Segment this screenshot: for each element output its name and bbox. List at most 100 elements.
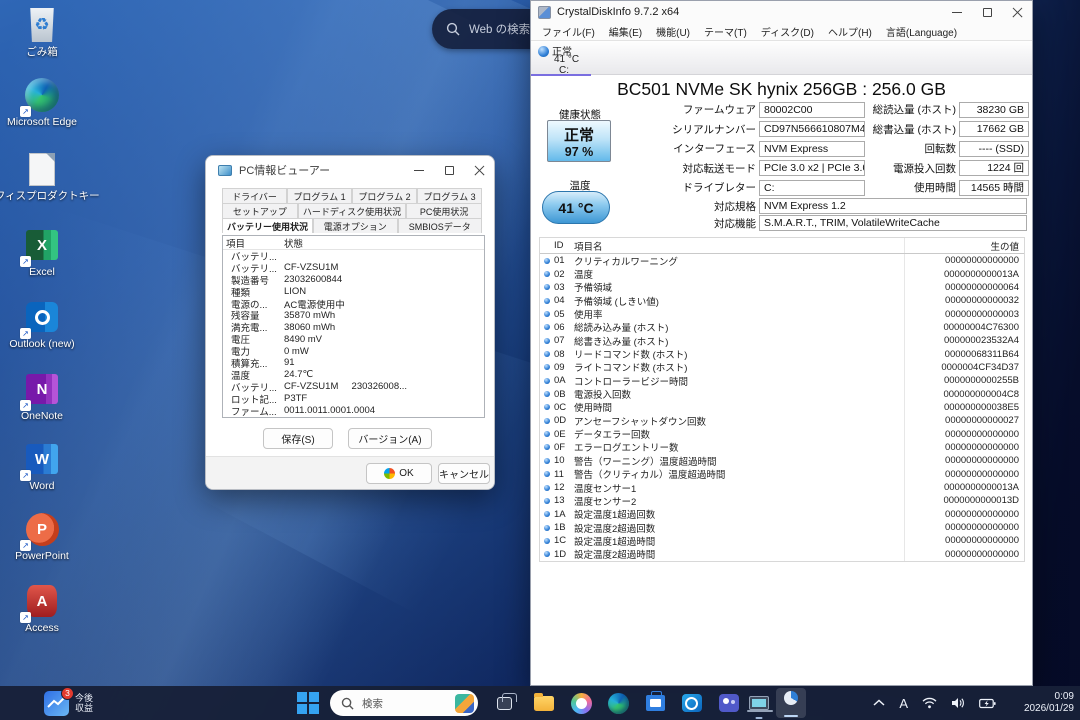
battery-list-row[interactable]: ファーム... 0011.0011.0001.0004	[223, 405, 484, 417]
menu-item[interactable]: ファイル(F)	[535, 24, 602, 39]
smart-row[interactable]: 0E データエラー回数 00000000000000	[540, 427, 1024, 441]
maximize-button[interactable]	[434, 156, 464, 184]
crystaldiskinfo-task-button-active[interactable]	[776, 688, 806, 718]
desktop-icon-edge[interactable]: ↗ Microsoft Edge	[6, 76, 78, 128]
menu-item[interactable]: 編集(E)	[602, 24, 649, 39]
file-explorer-button[interactable]	[529, 686, 559, 720]
tray-chevron-up-icon[interactable]	[873, 699, 885, 707]
task-view-icon	[496, 692, 517, 710]
smart-row[interactable]: 1B 設定温度2超過回数 00000000000000	[540, 520, 1024, 535]
speaker-icon[interactable]	[951, 697, 965, 709]
smart-row[interactable]: 08 リードコマンド数 (ホスト) 00000068311B64	[540, 347, 1024, 361]
menu-item[interactable]: 言語(Language)	[879, 24, 964, 39]
drive-temp[interactable]: 41 °C	[554, 54, 579, 65]
smart-row[interactable]: 01 クリティカルワーニング 00000000000000	[540, 254, 1024, 268]
smart-row[interactable]: 07 総書き込み量 (ホスト) 000000023532A4	[540, 334, 1024, 348]
smart-row[interactable]: 02 温度 0000000000013A	[540, 267, 1024, 281]
disk-info-fields-right: 総読込量 (ホスト) 38230 GB 総書込量 (ホスト) 17662 GB …	[861, 100, 1029, 198]
pcv-tab[interactable]: SMBIOSデータ	[397, 218, 483, 233]
smart-attribute-table[interactable]: ID 項目名 生の値 01 クリティカルワーニング 00000000000000…	[539, 237, 1025, 562]
maximize-button[interactable]	[972, 1, 1002, 23]
edge-button[interactable]	[603, 686, 633, 720]
disk-model-title: BC501 NVMe SK hynix 256GB : 256.0 GB	[617, 79, 946, 99]
disk-info-field: 対応規格 NVM Express 1.2	[591, 198, 1027, 215]
smart-row[interactable]: 12 温度センサー1 0000000000013A	[540, 480, 1024, 495]
battery-charging-icon[interactable]	[979, 698, 996, 709]
desktop-icon-recycle-bin[interactable]: ♻ ごみ箱	[6, 6, 78, 58]
taskbar-clock[interactable]: 0:09 2026/01/29	[1024, 686, 1074, 720]
pc-info-viewer-task-button[interactable]	[744, 686, 774, 720]
desktop-icon-access[interactable]: A ↗ Access	[6, 582, 78, 634]
desktop-icon-outlook[interactable]: ↗ Outlook (new)	[6, 298, 78, 350]
menu-item[interactable]: 機能(U)	[649, 24, 697, 39]
cancel-button[interactable]: キャンセル	[438, 463, 490, 484]
smart-row[interactable]: 09 ライトコマンド数 (ホスト) 0000004CF34D37	[540, 360, 1024, 374]
smart-row[interactable]: 06 総読み込み量 (ホスト) 00000004C76300	[540, 320, 1024, 334]
pcv-tab[interactable]: プログラム 3	[417, 188, 482, 203]
menu-item[interactable]: ディスク(D)	[754, 24, 821, 39]
desktop-icon-word[interactable]: W ↗ Word	[6, 440, 78, 492]
smart-row[interactable]: 04 予備領域 (しきい値) 00000000000032	[540, 294, 1024, 308]
close-button[interactable]	[1002, 1, 1032, 23]
attribute-status-dot-icon	[540, 364, 554, 371]
microsoft-store-button[interactable]	[640, 686, 670, 720]
ok-button[interactable]: OK	[366, 463, 432, 484]
teams-button[interactable]	[714, 686, 744, 720]
ime-mode-indicator[interactable]: A	[899, 696, 908, 711]
taskbar: 3 今後 収益 検索 A 0:09 2026/01/29	[0, 686, 1080, 720]
task-view-button[interactable]	[489, 686, 519, 720]
battery-item-value: 0 mW	[284, 345, 309, 357]
save-button[interactable]: 保存(S)	[263, 428, 333, 449]
pcv-tab[interactable]: バッテリー使用状況	[222, 218, 314, 233]
desktop-icon-office-product-key[interactable]: オフィスプロダクトキー	[0, 150, 100, 202]
minimize-button[interactable]	[404, 156, 434, 184]
wifi-icon[interactable]	[922, 697, 937, 709]
taskbar-search-box[interactable]: 検索	[330, 690, 478, 716]
attribute-id: 08	[554, 348, 565, 360]
attribute-name: アンセーフシャットダウン回数	[574, 416, 707, 428]
minimize-button[interactable]	[942, 1, 972, 23]
pcv-tab[interactable]: ドライバー	[222, 188, 287, 203]
smart-row[interactable]: 0D アンセーフシャットダウン回数 00000000000027	[540, 414, 1024, 428]
smart-row[interactable]: 1C 設定温度1超過時間 00000000000000	[540, 534, 1024, 548]
pcv-tab[interactable]: プログラム 1	[287, 188, 352, 203]
pcv-title-bar[interactable]: PC情報ビューアー	[206, 156, 494, 184]
pc-viewer-icon	[747, 696, 773, 712]
desktop-icon-powerpoint[interactable]: P ↗ PowerPoint	[6, 510, 78, 562]
pcv-tab[interactable]: プログラム 2	[352, 188, 417, 203]
smart-row[interactable]: 1A 設定温度1超過回数 00000000000000	[540, 507, 1024, 521]
smart-row[interactable]: 03 予備領域 00000000000064	[540, 280, 1024, 294]
pcv-tab[interactable]: セットアップ	[222, 203, 298, 218]
outlook-button[interactable]	[677, 686, 707, 720]
shortcut-arrow-icon: ↗	[20, 328, 31, 339]
smart-row[interactable]: 13 温度センサー2 0000000000013D	[540, 494, 1024, 508]
pcv-tab[interactable]: ハードディスク使用状況	[297, 203, 407, 218]
desktop-icon-excel[interactable]: X ↗ Excel	[6, 226, 78, 278]
smart-row[interactable]: 0B 電源投入回数 000000000004C8	[540, 387, 1024, 401]
menu-item[interactable]: ヘルプ(H)	[821, 24, 879, 39]
smart-row[interactable]: 10 警告（ワーニング）温度超過時間 00000000000000	[540, 454, 1024, 468]
pcv-tab[interactable]: 電源オプション	[313, 218, 398, 233]
smart-row[interactable]: 1D 設定温度2超過時間 00000000000000	[540, 547, 1024, 561]
widgets-button[interactable]: 3 今後 収益	[44, 686, 93, 720]
battery-list-header[interactable]: 項目 状態	[223, 236, 484, 250]
attribute-raw-value: 00000000000032	[904, 294, 1024, 308]
desktop-icon-label: Access	[25, 622, 59, 634]
desktop-icon-onenote[interactable]: N ↗ OneNote	[6, 370, 78, 422]
pcv-tab[interactable]: PC使用状況	[406, 203, 482, 218]
cdi-title-bar[interactable]: CrystalDiskInfo 9.7.2 x64	[531, 1, 1032, 23]
version-button[interactable]: バージョン(A)	[348, 428, 432, 449]
smart-row[interactable]: 0A コントローラービジー時間 0000000000255B	[540, 374, 1024, 388]
menu-item[interactable]: テーマ(T)	[697, 24, 754, 39]
smart-row[interactable]: 0C 使用時間 000000000038E5	[540, 400, 1024, 414]
copilot-button[interactable]	[566, 686, 596, 720]
close-button[interactable]	[464, 156, 494, 184]
start-button[interactable]	[293, 686, 323, 720]
field-value: C:	[759, 179, 865, 196]
search-icon	[446, 22, 460, 36]
smart-row[interactable]: 11 警告（クリティカル）温度超過時間 00000000000000	[540, 467, 1024, 481]
smart-row[interactable]: 05 使用率 00000000000003	[540, 307, 1024, 321]
attribute-id: 1D	[554, 548, 567, 560]
battery-status-list[interactable]: 項目 状態 バッテリ... バッテリ... CF-VZSU1M 製造番号 230…	[222, 235, 485, 418]
smart-row[interactable]: 0F エラーログエントリー数 00000000000000	[540, 440, 1024, 454]
